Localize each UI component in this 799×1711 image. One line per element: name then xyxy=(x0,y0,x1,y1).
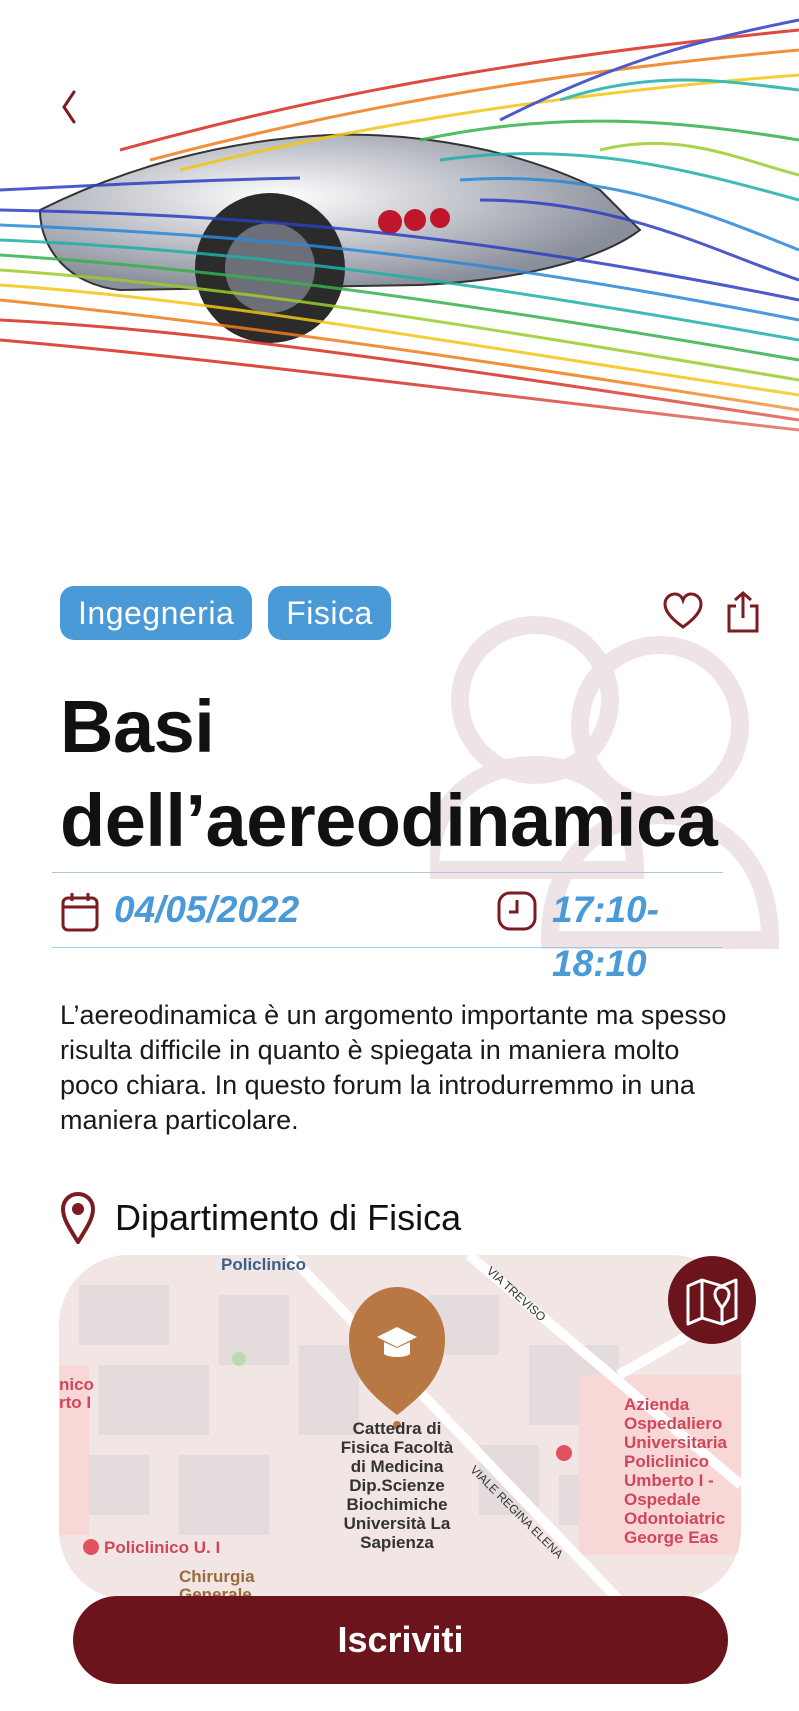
event-time: 17:10- 18:10 xyxy=(552,889,659,984)
back-button[interactable] xyxy=(52,82,92,132)
map-label-policlinico-u: Policlinico U. I xyxy=(104,1538,221,1557)
map-icon xyxy=(686,1278,738,1326)
map-label-policlinico: Policlinico xyxy=(221,1255,307,1274)
tag-fisica[interactable]: Fisica xyxy=(268,586,391,640)
date-time-bar: 04/05/2022 17:10- 18:10 xyxy=(52,872,723,984)
chevron-left-icon xyxy=(62,90,76,124)
map-label-cattedra: Cattedra di Fisica Facoltà di Medicina D… xyxy=(340,1419,454,1552)
share-button[interactable] xyxy=(726,590,760,634)
calendar-icon xyxy=(61,893,99,932)
map-label-chirurgia-1: Chirurgia xyxy=(179,1567,255,1586)
tag-list: Ingegneria Fisica xyxy=(60,586,391,640)
event-title-line-1: Basi xyxy=(60,685,215,768)
event-date: 04/05/2022 xyxy=(114,889,300,930)
event-location: Dipartimento di Fisica xyxy=(115,1197,462,1238)
tag-ingegneria[interactable]: Ingegneria xyxy=(60,586,253,640)
location-map[interactable]: Policlinico VIA TREVISO VIALE REGINA ELE… xyxy=(59,1255,741,1600)
aerodynamics-illustration xyxy=(0,0,799,540)
subscribe-button[interactable]: Iscriviti xyxy=(73,1596,728,1684)
share-icon xyxy=(727,591,759,633)
heart-icon xyxy=(663,592,703,629)
open-map-button[interactable] xyxy=(668,1256,756,1344)
event-description: L’aereodinamica è un argomento important… xyxy=(60,1000,727,1135)
map-pin-icon xyxy=(60,1192,96,1244)
map-label-left-1: nico xyxy=(59,1375,94,1394)
event-title: Basi dell’aereodinamica xyxy=(60,680,760,868)
map-label-left-2: rto I xyxy=(59,1393,92,1412)
hero-image xyxy=(0,0,799,540)
clock-icon xyxy=(497,891,537,931)
event-title-line-2: dell’aereodinamica xyxy=(60,779,718,862)
favorite-button[interactable] xyxy=(663,592,703,632)
map-label-azienda: Azienda Ospedaliero Universitaria Policl… xyxy=(624,1395,727,1547)
